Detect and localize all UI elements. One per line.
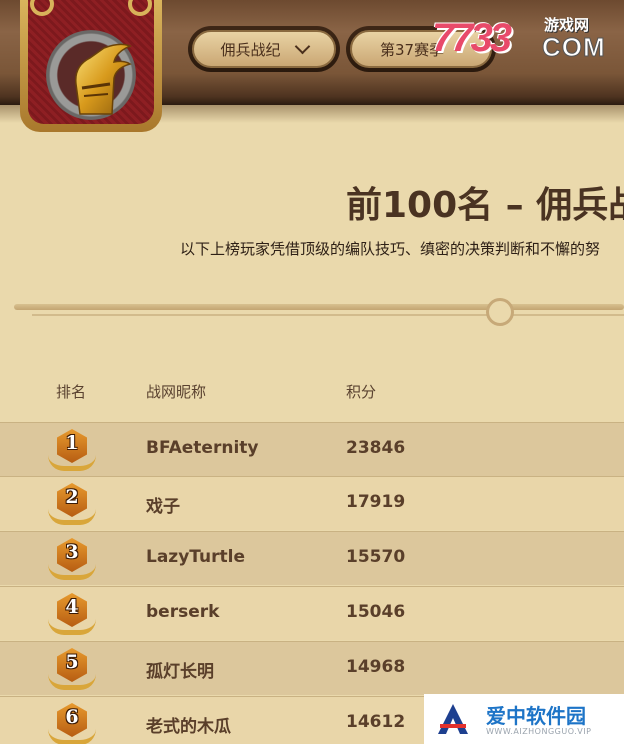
page-title: 前100名 – 佣兵战	[346, 185, 624, 226]
table-row: 3 LazyTurtle 15570	[0, 531, 624, 585]
rank-medal-icon: 4	[48, 593, 96, 637]
watermark-domain: COM	[542, 32, 606, 63]
mode-dropdown[interactable]: 佣兵战纪	[188, 26, 340, 72]
rank-medal-icon: 2	[48, 483, 96, 527]
rank-number: 4	[65, 596, 79, 618]
player-score: 23846	[346, 438, 406, 458]
player-score: 14968	[346, 657, 406, 677]
player-name: 孤灯长明	[146, 662, 214, 682]
rank-medal-icon: 5	[48, 648, 96, 692]
leaderboard-header: 排名 战网昵称 积分	[0, 376, 624, 406]
table-row: 5 孤灯长明 14968	[0, 641, 624, 695]
mode-dropdown-inner: 佣兵战纪	[192, 30, 336, 68]
player-name: berserk	[146, 602, 220, 622]
mercenaries-banner[interactable]	[20, 0, 162, 132]
golden-helmet-icon	[75, 43, 132, 115]
watermark-digits: 7733	[432, 16, 512, 60]
column-battletag: 战网昵称	[146, 383, 207, 401]
rank-medal-icon: 3	[48, 538, 96, 582]
player-name: LazyTurtle	[146, 547, 245, 567]
rank-medal-icon: 1	[48, 429, 96, 473]
mode-dropdown-label: 佣兵战纪	[220, 40, 281, 59]
column-score: 积分	[346, 383, 377, 401]
rank-number: 6	[65, 706, 79, 728]
rank-number: 1	[65, 432, 79, 454]
table-row: 1 BFAeternity 23846	[0, 422, 624, 476]
player-score: 14612	[346, 712, 406, 732]
player-score: 15570	[346, 547, 406, 567]
watermark-url: WWW.AIZHONGGUO.VIP	[486, 727, 592, 736]
column-rank: 排名	[56, 383, 87, 401]
page-subtitle: 以下上榜玩家凭借顶级的编队技巧、缜密的决策判断和不懈的努	[180, 240, 601, 258]
software-park-logo-icon	[438, 704, 468, 734]
player-score: 17919	[346, 492, 406, 512]
rank-number: 2	[65, 486, 79, 508]
divider-line-thick	[14, 304, 624, 310]
player-score: 15046	[346, 602, 406, 622]
divider-line-thin	[32, 314, 624, 316]
rank-medal-icon: 6	[48, 703, 96, 744]
table-row: 2 戏子 17919	[0, 476, 624, 530]
divider-notch	[486, 298, 514, 326]
watermark-brand-name: 爱中软件园	[486, 704, 586, 728]
table-row: 4 berserk 15046	[0, 586, 624, 640]
site-watermark-logo: 7733 游戏网 COM	[432, 14, 608, 66]
rank-number: 5	[65, 651, 79, 673]
bottom-watermark: 爱中软件园 WWW.AIZHONGGUO.VIP	[424, 694, 624, 744]
rank-number: 3	[65, 541, 79, 563]
ornamental-divider	[14, 298, 624, 328]
player-name: 老式的木瓜	[146, 717, 231, 737]
player-name: 戏子	[146, 497, 180, 517]
chevron-down-icon	[294, 38, 310, 54]
player-name: BFAeternity	[146, 438, 259, 458]
